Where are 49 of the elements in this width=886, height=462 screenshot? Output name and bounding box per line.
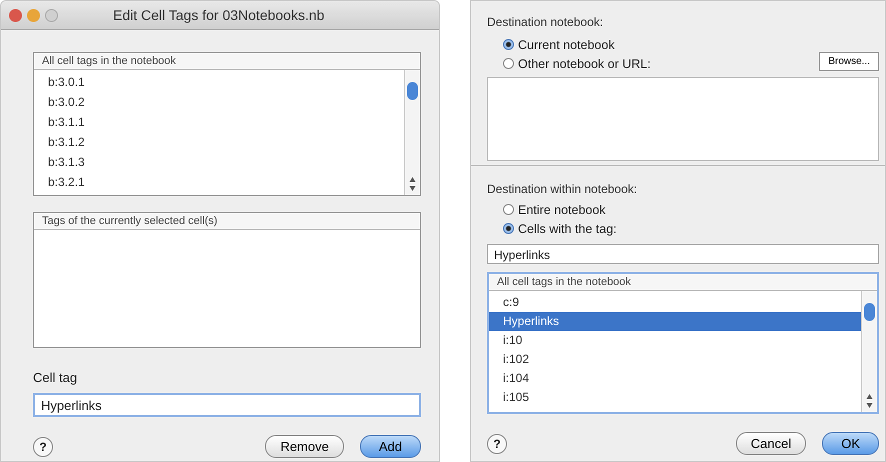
radio-label: Other notebook or URL: (518, 56, 651, 70)
scroll-thumb[interactable] (864, 303, 875, 321)
radio-icon[interactable] (503, 223, 514, 234)
scroll-thumb[interactable] (407, 82, 418, 100)
radio-icon[interactable] (503, 39, 514, 50)
radio-option[interactable]: Entire notebook (503, 200, 879, 219)
dialog-button[interactable]: OK (822, 432, 879, 455)
tag-list-item[interactable]: b:3.1.1 (34, 112, 404, 132)
radio-label: Entire notebook (518, 202, 606, 216)
tag-list-item[interactable]: b:3.1.2 (34, 132, 404, 152)
radio-option[interactable]: Other notebook or URL: (503, 54, 820, 73)
field-label: Cell tag (33, 370, 78, 385)
section-label: Destination notebook: (487, 15, 604, 29)
section-label: Destination within notebook: (487, 182, 638, 196)
scroll-arrows-icon[interactable] (866, 393, 873, 409)
browse-button[interactable]: Browse... (819, 52, 879, 71)
cell-tag-field[interactable]: Hyperlinks (33, 393, 421, 417)
tag-list-item[interactable]: i:10 (489, 331, 861, 350)
tag-list-item[interactable]: b:3.2.1 (34, 172, 404, 192)
radio-option[interactable]: Current notebook (503, 35, 820, 54)
scrollbar[interactable] (861, 291, 877, 412)
window-title: Edit Cell Tags for 03Notebooks.nb (113, 7, 324, 23)
radio-label: Cells with the tag: (518, 222, 617, 236)
close-icon[interactable] (9, 8, 22, 22)
tag-list-item[interactable]: i:102 (489, 350, 861, 369)
help-button[interactable]: ? (33, 436, 53, 456)
list-header: All cell tags in the notebook (34, 53, 420, 70)
dialog-button[interactable]: Remove (265, 435, 344, 458)
tag-list-item[interactable]: c:9 (489, 293, 861, 312)
tag-list-item[interactable]: i:105 (489, 388, 861, 407)
url-field[interactable] (487, 77, 879, 161)
list-header: All cell tags in the notebook (489, 274, 877, 291)
radio-option[interactable]: Cells with the tag: (503, 219, 879, 238)
radio-icon[interactable] (503, 58, 514, 69)
tag-list-item[interactable]: Hyperlinks (489, 312, 861, 331)
dialog-button[interactable]: Add (360, 435, 421, 458)
help-button[interactable]: ? (487, 434, 507, 454)
zoom-icon[interactable] (45, 8, 58, 22)
scroll-arrows-icon[interactable] (409, 176, 416, 192)
dialog-button[interactable]: Cancel (736, 432, 806, 455)
tag-list-item[interactable]: i:104 (489, 369, 861, 388)
tag-list-item[interactable]: b:3.0.2 (34, 92, 404, 112)
tag-field[interactable]: Hyperlinks (487, 244, 879, 264)
radio-icon[interactable] (503, 204, 514, 215)
tag-list-item[interactable]: b:3.0.1 (34, 72, 404, 92)
radio-label: Current notebook (518, 38, 615, 52)
tag-list-item[interactable]: b:3.1.3 (34, 152, 404, 172)
list-header: Tags of the currently selected cell(s) (34, 213, 420, 230)
scrollbar[interactable] (404, 70, 420, 195)
